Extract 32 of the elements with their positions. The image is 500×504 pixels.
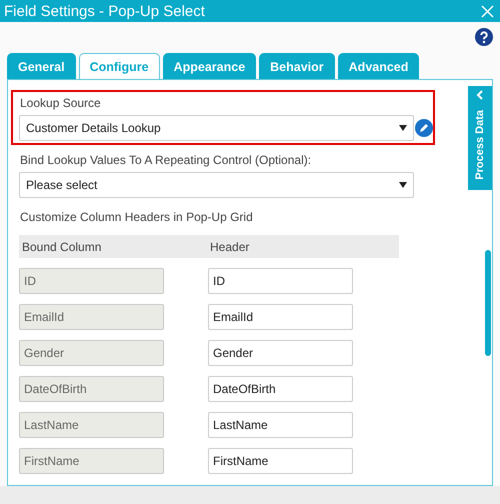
column-header: Bound Column [21, 240, 102, 254]
bound-column-field[interactable]: DateOfBirth [19, 376, 164, 402]
tab[interactable]: Appearance [162, 53, 256, 79]
header-field[interactable]: FirstName [208, 448, 353, 474]
scrollbar-thumb[interactable] [485, 250, 491, 356]
bound-column-field[interactable]: ID [19, 268, 164, 294]
header-field[interactable]: EmailId [208, 304, 353, 330]
process-data-tab[interactable]: Process Data [468, 86, 492, 190]
column-header: Header [209, 240, 250, 254]
header-field[interactable]: ID [208, 268, 353, 294]
bound-column-field[interactable]: EmailId [19, 304, 164, 330]
close-icon[interactable] [481, 4, 494, 18]
caret-icon [399, 125, 407, 131]
window-title: Field Settings - Pop-Up Select [4, 2, 205, 20]
caret-icon [399, 182, 407, 188]
lookup-source-select[interactable]: Customer Details Lookup [19, 115, 414, 141]
tab[interactable]: General [7, 53, 76, 79]
header-field[interactable]: DateOfBirth [208, 376, 353, 402]
header-field[interactable]: LastName [208, 412, 353, 438]
tab[interactable]: Configure [78, 53, 160, 79]
field-label: Lookup Source [20, 96, 102, 110]
bound-column-field[interactable]: FirstName [19, 448, 164, 474]
edit-icon[interactable] [415, 119, 433, 137]
chevron-left-icon [476, 90, 484, 100]
tab[interactable]: Behavior [259, 53, 335, 79]
tab[interactable]: Advanced [338, 53, 420, 79]
header-field[interactable]: Gender [208, 340, 353, 366]
bound-column-field[interactable]: Gender [19, 340, 164, 366]
repeating-control-select[interactable]: Please select [19, 172, 414, 198]
bound-column-field[interactable]: LastName [19, 412, 164, 438]
section-title: Customize Column Headers in Pop-Up Grid [20, 210, 254, 224]
help-icon[interactable] [475, 28, 493, 46]
